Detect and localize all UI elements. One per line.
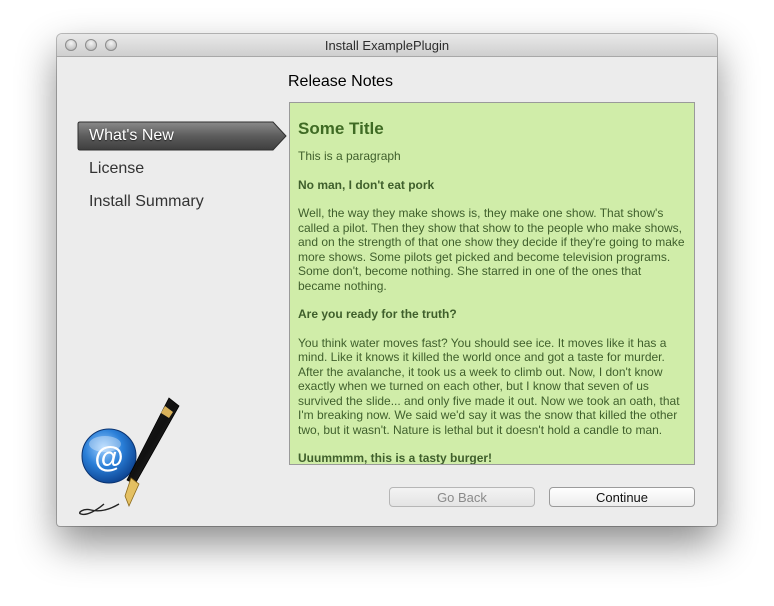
notes-subheading: No man, I don't eat pork [298, 177, 435, 192]
notes-paragraph: Well, the way they make shows is, they m… [298, 206, 685, 293]
window-title: Install ExamplePlugin [324, 38, 450, 53]
notes-paragraph: You think water moves fast? You should s… [298, 335, 680, 437]
installer-window: Install ExamplePlugin Release Notes What… [57, 34, 717, 526]
notes-subheading: Are you ready for the truth? [298, 307, 457, 321]
release-notes-view[interactable]: Some Title This is a paragraph No man, I… [289, 102, 695, 465]
step-label: License [89, 160, 145, 177]
continue-button[interactable]: Continue [549, 487, 695, 507]
notes-paragraph: This is a paragraph [298, 149, 401, 163]
page-title: Release Notes [288, 73, 393, 90]
step-whats-new: What's New [77, 121, 287, 154]
title-bar: Install ExamplePlugin [57, 34, 717, 57]
notes-subheading: Uuummmm, this is a tasty burger! [298, 451, 493, 465]
step-label: What's New [89, 127, 174, 144]
notes-title: Some Title [298, 119, 384, 138]
step-license: License [77, 154, 287, 187]
step-install-summary: Install Summary [77, 187, 287, 220]
step-label: Install Summary [89, 193, 204, 210]
email-at-with-fountain-pen-icon: @ [69, 392, 184, 526]
svg-text:@: @ [94, 441, 123, 474]
go-back-button[interactable]: Go Back [389, 487, 535, 507]
installer-steps: What's New License Install Summary [77, 121, 287, 220]
